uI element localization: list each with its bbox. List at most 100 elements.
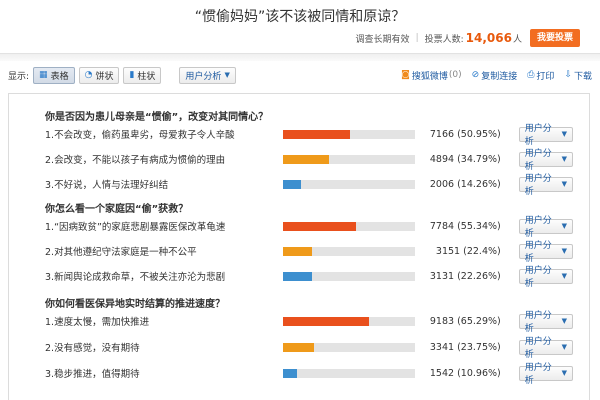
vote-count: 4894 (34.79%) — [429, 153, 501, 165]
view-pie-button[interactable]: ◔ 饼状 — [78, 66, 120, 84]
chevron-down-icon: ▼ — [561, 155, 567, 163]
pie-icon: ◔ — [84, 70, 93, 80]
percent-bar — [282, 129, 416, 139]
page-title: “惯偷妈妈”该不该被同情和原谅？ — [194, 9, 406, 25]
print-icon: ⎙ — [527, 70, 535, 80]
percent-bar — [282, 154, 416, 164]
option-row: 2.会改变，不能以孩子有病成为惯偷的理由 4894 (34.79%) 用户分析 ▼ — [45, 148, 573, 172]
percent-bar-fill — [282, 316, 370, 326]
validity-text: 调查长期有效 — [355, 34, 410, 45]
weibo-count: (0) — [448, 70, 462, 80]
percent-bar — [282, 179, 416, 189]
chevron-down-icon: ▼ — [561, 247, 567, 255]
option-user-analysis-button[interactable]: 用户分析 ▼ — [518, 149, 573, 172]
option-text: 2.没有感觉，没有期待 — [45, 343, 140, 354]
voters-unit: 人 — [512, 34, 522, 45]
option-user-analysis-button[interactable]: 用户分析 ▼ — [518, 266, 573, 289]
display-label: 显示: — [8, 71, 30, 82]
percent-bar-fill — [282, 246, 313, 256]
option-text: 2.对其他遵纪守法家庭是一种不公平 — [45, 247, 197, 258]
option-text: 1.不会改变，偷药虽卑劣，母爱救子令人辛酸 — [45, 130, 235, 141]
option-text: 3.不好说，人情与法理好纠结 — [45, 180, 169, 191]
percent-bar-fill — [282, 368, 298, 378]
meta-divider: | — [415, 33, 419, 43]
option-user-analysis-button[interactable]: 用户分析 ▼ — [518, 337, 573, 360]
chevron-down-icon: ▼ — [561, 272, 567, 280]
bar-chart-icon: ▮ — [129, 70, 135, 80]
option-row: 3.稳步推进，值得期待 1542 (10.96%) 用户分析 ▼ — [45, 362, 573, 386]
option-text: 1.“因病致贫”的家庭悲剧暴露医保改革龟速 — [45, 222, 226, 233]
user-analysis-dropdown[interactable]: 用户分析 ▼ — [179, 66, 236, 84]
percent-bar — [282, 271, 416, 281]
vote-count: 1542 (10.96%) — [429, 367, 501, 379]
vote-count: 7784 (55.34%) — [429, 220, 501, 232]
view-pie-label: 饼状 — [95, 71, 114, 82]
copy-link-button[interactable]: ⊘ 复制连接 — [472, 69, 518, 82]
copy-link-label: 复制连接 — [481, 71, 518, 82]
download-icon: ⇩ — [564, 70, 572, 80]
option-text: 2.会改变，不能以孩子有病成为惯偷的理由 — [45, 155, 226, 166]
percent-bar — [282, 316, 416, 326]
link-icon: ⊘ — [471, 70, 480, 80]
vote-count: 2006 (14.26%) — [429, 178, 501, 190]
vote-count: 3341 (23.75%) — [429, 341, 501, 353]
table-icon: ▦ — [39, 70, 48, 80]
voters-label: 投票人数: — [424, 34, 464, 45]
print-label: 打印 — [536, 71, 555, 82]
option-text: 3.稳步推进，值得期待 — [45, 369, 140, 380]
survey-meta: 调查长期有效 | 投票人数: 14,066 人 我要投票 — [356, 28, 580, 48]
user-analysis-label: 用户分析 — [185, 71, 222, 82]
option-row: 1.“因病致贫”的家庭悲剧暴露医保改革龟速 7784 (55.34%) 用户分析… — [45, 215, 573, 239]
vote-count: 7166 (50.95%) — [429, 128, 501, 140]
vote-count: 3131 (22.26%) — [429, 270, 501, 282]
view-toolbar: 显示: ▦ 表格 ◔ 饼状 ▮ 柱状 用户分析 ▼ ◙ 搜狐微博 (0) ⊘ 复… — [8, 64, 592, 86]
view-bar-label: 柱状 — [137, 71, 156, 82]
option-row: 2.没有感觉，没有期待 3341 (23.75%) 用户分析 ▼ — [45, 336, 573, 360]
view-table-button[interactable]: ▦ 表格 — [33, 66, 75, 84]
view-table-label: 表格 — [50, 71, 69, 82]
weibo-share-link[interactable]: ◙ 搜狐微博 (0) — [401, 69, 462, 82]
percent-bar-fill — [282, 154, 329, 164]
chevron-down-icon: ▼ — [561, 222, 567, 230]
question-title: 你是否因为患儿母亲是“惯偷”，改变对其同情心？ — [45, 112, 269, 123]
header-divider — [0, 53, 600, 61]
download-label: 下载 — [573, 71, 592, 82]
chevron-down-icon: ▼ — [561, 180, 567, 188]
print-button[interactable]: ⎙ 打印 — [527, 69, 554, 82]
option-user-analysis-button[interactable]: 用户分析 ▼ — [518, 216, 573, 239]
option-text: 1.速度太慢，需加快推进 — [45, 317, 150, 328]
percent-bar-fill — [282, 342, 315, 352]
percent-bar — [282, 221, 416, 231]
vote-count: 3151 (22.4%) — [435, 245, 501, 257]
option-row: 1.不会改变，偷药虽卑劣，母爱救子令人辛酸 7166 (50.95%) 用户分析… — [45, 123, 573, 147]
percent-bar — [282, 368, 416, 378]
option-user-analysis-button[interactable]: 用户分析 ▼ — [518, 124, 573, 147]
view-bar-button[interactable]: ▮ 柱状 — [123, 66, 162, 84]
share-tools: ◙ 搜狐微博 (0) ⊘ 复制连接 ⎙ 打印 ⇩ 下载 — [391, 69, 592, 82]
percent-bar-fill — [282, 271, 313, 281]
chevron-down-icon: ▼ — [561, 317, 567, 325]
option-user-analysis-button[interactable]: 用户分析 ▼ — [518, 363, 573, 386]
percent-bar-fill — [282, 221, 356, 231]
download-button[interactable]: ⇩ 下载 — [564, 69, 592, 82]
option-text: 3.新闻舆论成救命草，不被关注亦沦为悲剧 — [45, 272, 226, 283]
option-row: 3.新闻舆论成救命草，不被关注亦沦为悲剧 3131 (22.26%) 用户分析 ▼ — [45, 265, 573, 289]
percent-bar-fill — [282, 179, 302, 189]
chevron-down-icon: ▼ — [561, 130, 567, 138]
question-title: 你怎么看一个家庭因“偷”获救？ — [45, 204, 189, 215]
vote-count: 9183 (65.29%) — [429, 315, 501, 327]
option-user-analysis-button[interactable]: 用户分析 ▼ — [518, 174, 573, 197]
percent-bar — [282, 246, 416, 256]
option-row: 3.不好说，人情与法理好纠结 2006 (14.26%) 用户分析 ▼ — [45, 173, 573, 197]
question-title: 你如何看医保异地实时结算的推进速度？ — [45, 299, 225, 310]
weibo-label: 搜狐微博 — [411, 71, 448, 82]
results-panel: 你是否因为患儿母亲是“惯偷”，改变对其同情心？ 1.不会改变，偷药虽卑劣，母爱救… — [8, 93, 590, 400]
chevron-down-icon: ▼ — [561, 369, 567, 377]
vote-button[interactable]: 我要投票 — [529, 29, 580, 47]
voters-count: 14,066 — [465, 31, 512, 45]
weibo-icon: ◙ — [401, 70, 410, 80]
option-user-analysis-button[interactable]: 用户分析 ▼ — [518, 241, 573, 264]
option-row: 2.对其他遵纪守法家庭是一种不公平 3151 (22.4%) 用户分析 ▼ — [45, 240, 573, 264]
percent-bar-fill — [282, 129, 351, 139]
option-user-analysis-button[interactable]: 用户分析 ▼ — [518, 311, 573, 334]
